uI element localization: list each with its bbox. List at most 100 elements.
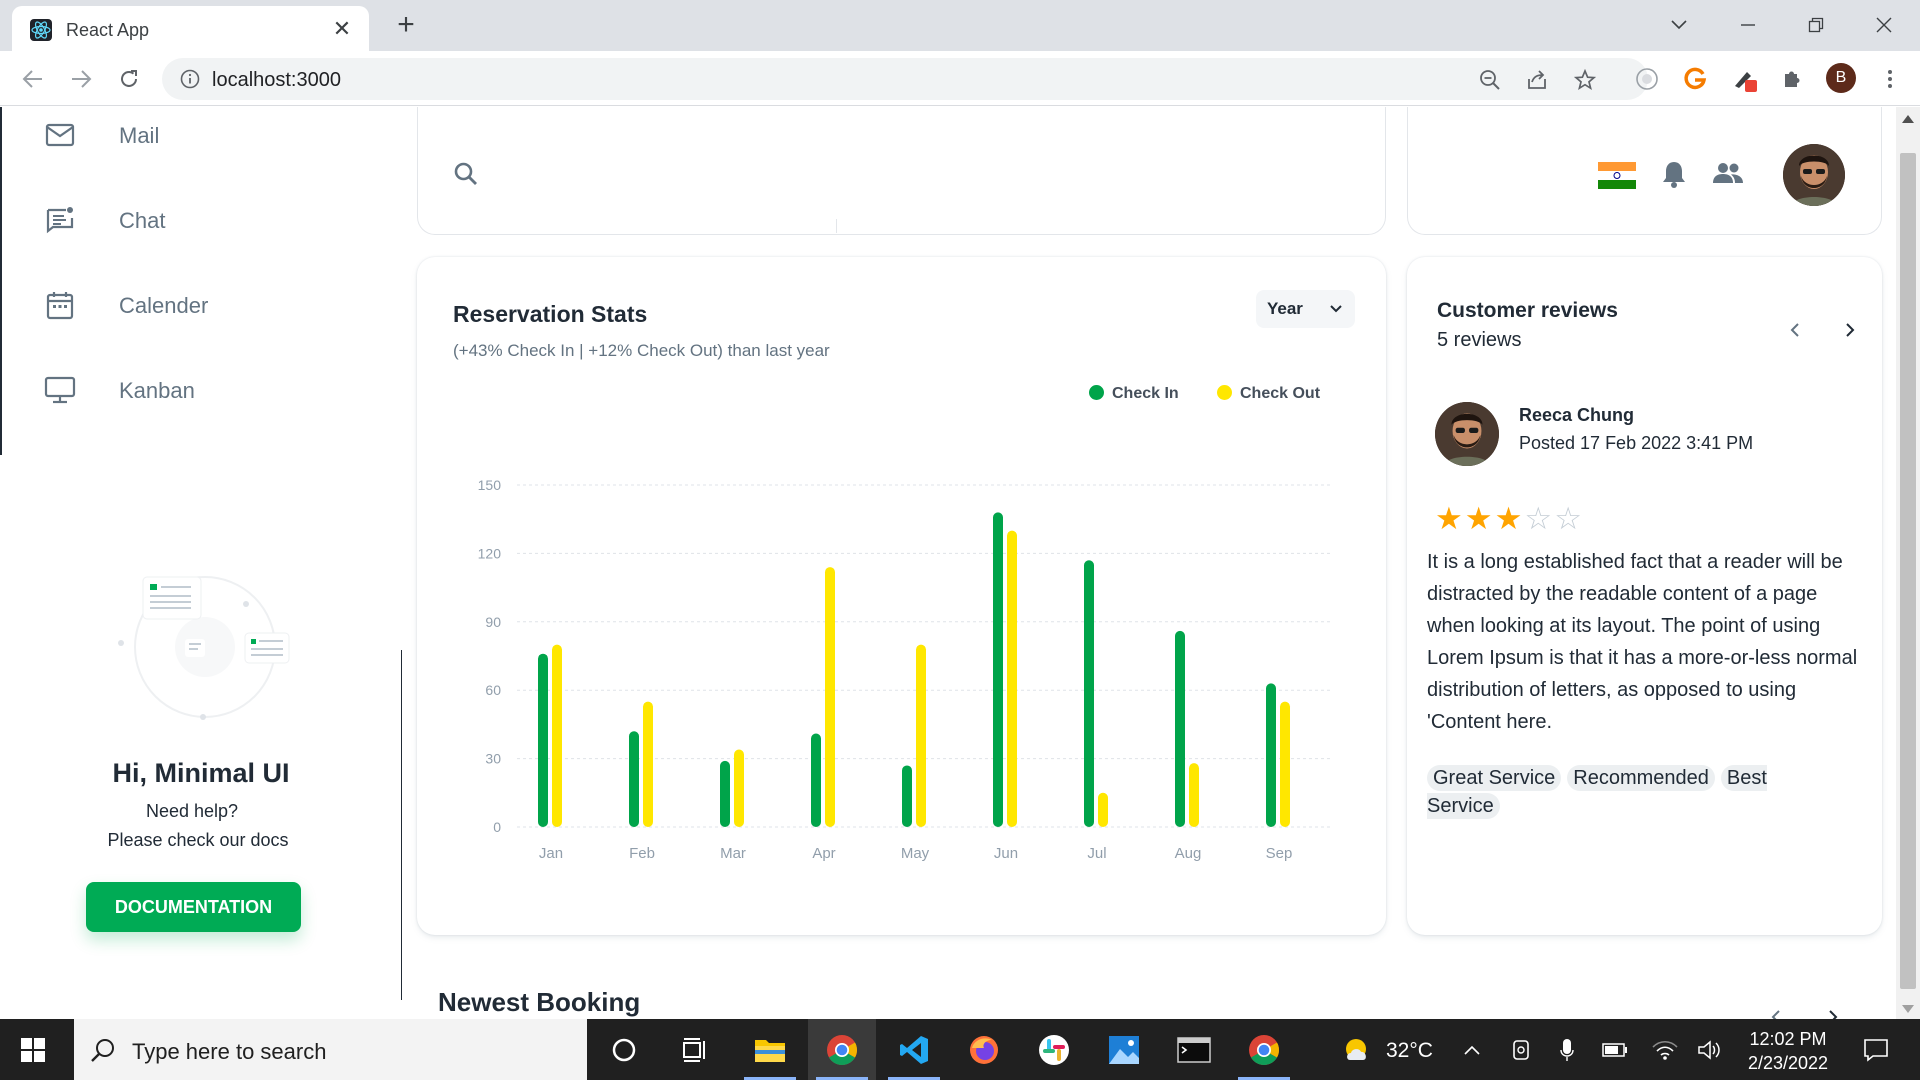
- bar-check-in-aug[interactable]: [1175, 630, 1185, 827]
- vscode-icon[interactable]: [880, 1019, 948, 1080]
- bar-check-out-jan[interactable]: [552, 644, 562, 827]
- bar-check-out-sep[interactable]: [1280, 701, 1290, 827]
- photos-icon[interactable]: [1090, 1019, 1158, 1080]
- tag-chip[interactable]: Recommended: [1567, 765, 1715, 791]
- windows-start-icon[interactable]: [20, 1037, 46, 1068]
- extension-g-icon[interactable]: [1681, 65, 1709, 93]
- chrome-taskbar-icon[interactable]: [808, 1019, 876, 1080]
- review-posted-date: Posted 17 Feb 2022 3:41 PM: [1519, 433, 1754, 453]
- documentation-button[interactable]: DOCUMENTATION: [86, 882, 301, 932]
- taskbar-search-box[interactable]: Type here to search: [74, 1019, 587, 1080]
- browser-tab[interactable]: React App ✕: [12, 6, 369, 51]
- page-scrollbar[interactable]: [1896, 107, 1920, 1019]
- terminal-icon[interactable]: [1160, 1019, 1228, 1080]
- chat-icon: [44, 204, 76, 236]
- y-tick-label: 30: [485, 751, 501, 767]
- scroll-up-arrow-icon[interactable]: [1902, 115, 1914, 123]
- search-icon[interactable]: [453, 161, 479, 192]
- show-hidden-icons-icon[interactable]: [1460, 1019, 1484, 1080]
- bar-check-out-mar[interactable]: [734, 749, 744, 827]
- booking-carousel-arrows[interactable]: [1766, 1003, 1846, 1019]
- url-text[interactable]: localhost:3000: [212, 69, 341, 92]
- close-window-icon[interactable]: [1864, 8, 1904, 42]
- user-avatar[interactable]: [1783, 144, 1845, 206]
- extension-camera-icon[interactable]: [1633, 65, 1661, 93]
- help-text: Need help?: [145, 801, 239, 821]
- review-tags: Great Service Recommended Best Service: [1427, 764, 1807, 820]
- new-tab-button[interactable]: +: [390, 10, 422, 42]
- help-docs-text: Please check our docs: [107, 830, 289, 850]
- browser-tab-strip: React App ✕ +: [0, 0, 1920, 51]
- bar-check-out-may[interactable]: [916, 644, 926, 827]
- address-bar[interactable]: localhost:3000: [162, 58, 1648, 100]
- bar-check-in-jan[interactable]: [538, 653, 548, 827]
- extensions-puzzle-icon[interactable]: [1778, 65, 1806, 93]
- weather-temperature[interactable]: 32°C: [1386, 1039, 1433, 1063]
- bar-check-out-feb[interactable]: [643, 701, 653, 827]
- back-icon[interactable]: [18, 64, 48, 94]
- windows-taskbar: Type here to search 32°C 12:02 PM 2/23/2…: [0, 1019, 1920, 1080]
- reload-icon[interactable]: [114, 64, 144, 94]
- taskbar-clock[interactable]: 12:02 PM 2/23/2022: [1740, 1027, 1836, 1075]
- bookmark-star-icon[interactable]: [1572, 67, 1598, 93]
- star-filled-icon: ★: [1464, 501, 1495, 536]
- cortana-icon[interactable]: [590, 1019, 658, 1080]
- mail-icon: [44, 119, 76, 151]
- battery-icon[interactable]: [1600, 1019, 1630, 1080]
- tab-search-chevron-icon[interactable]: [1659, 8, 1699, 42]
- task-view-icon[interactable]: [662, 1019, 730, 1080]
- scrollbar-thumb[interactable]: [1900, 153, 1916, 989]
- bar-check-in-sep[interactable]: [1266, 683, 1276, 827]
- extension-picker-icon[interactable]: [1730, 65, 1758, 93]
- sidebar-item-kanban[interactable]: Kanban: [0, 360, 400, 420]
- bell-icon[interactable]: [1660, 159, 1688, 194]
- meet-now-icon[interactable]: [1508, 1019, 1534, 1080]
- sidebar-item-mail[interactable]: Mail: [0, 107, 400, 165]
- x-tick-label: Jan: [539, 845, 563, 862]
- bar-check-out-apr[interactable]: [825, 567, 835, 827]
- y-tick-label: 120: [478, 545, 502, 561]
- page-viewport: Mail Chat Calender Kanban Hi, Minimal UI…: [0, 107, 1896, 1019]
- customer-reviews-card: Customer reviews 5 reviews Reeca Chung P…: [1407, 257, 1882, 935]
- volume-icon[interactable]: [1695, 1019, 1725, 1080]
- share-icon[interactable]: [1524, 67, 1550, 93]
- chevron-right-icon[interactable]: [1834, 315, 1864, 345]
- chrome-second-window-icon[interactable]: [1230, 1019, 1298, 1080]
- bar-check-out-aug[interactable]: [1189, 763, 1199, 827]
- react-favicon-icon: [30, 19, 52, 41]
- profile-avatar[interactable]: B: [1826, 63, 1856, 93]
- weather-icon[interactable]: [1338, 1019, 1378, 1080]
- bar-check-in-jun[interactable]: [993, 512, 1003, 827]
- chevron-left-icon[interactable]: [1781, 315, 1811, 345]
- close-tab-icon[interactable]: ✕: [329, 16, 355, 42]
- restore-icon[interactable]: [1796, 8, 1836, 42]
- bar-check-in-feb[interactable]: [629, 731, 639, 827]
- file-explorer-icon[interactable]: [736, 1019, 804, 1080]
- scroll-down-arrow-icon[interactable]: [1902, 1005, 1914, 1013]
- contacts-icon[interactable]: [1712, 161, 1744, 190]
- bar-check-in-may[interactable]: [902, 765, 912, 827]
- slack-icon[interactable]: [1020, 1019, 1088, 1080]
- bar-check-in-jul[interactable]: [1084, 560, 1094, 827]
- reviews-title: Customer reviews: [1437, 299, 1618, 322]
- sidebar-item-calender[interactable]: Calender: [0, 275, 400, 335]
- bar-check-out-jul[interactable]: [1098, 792, 1108, 827]
- sidebar-item-chat[interactable]: Chat: [0, 190, 400, 250]
- microphone-icon[interactable]: [1555, 1019, 1579, 1080]
- browser-menu-icon[interactable]: [1876, 65, 1904, 93]
- forward-icon[interactable]: [66, 64, 96, 94]
- notifications-icon[interactable]: [1854, 1019, 1898, 1080]
- wifi-icon[interactable]: [1650, 1019, 1680, 1080]
- bar-check-in-apr[interactable]: [811, 733, 821, 827]
- kanban-icon: [44, 374, 76, 406]
- minimize-icon[interactable]: [1728, 8, 1768, 42]
- review-body: It is a long established fact that a rea…: [1427, 551, 1858, 733]
- x-tick-label: Jun: [994, 845, 1018, 862]
- zoom-icon[interactable]: [1477, 67, 1503, 93]
- firefox-icon[interactable]: [950, 1019, 1018, 1080]
- bar-check-in-mar[interactable]: [720, 760, 730, 827]
- site-info-icon[interactable]: [180, 69, 200, 94]
- bar-check-out-jun[interactable]: [1007, 530, 1017, 827]
- india-flag-icon[interactable]: [1598, 162, 1636, 190]
- tag-chip[interactable]: Great Service: [1427, 765, 1562, 791]
